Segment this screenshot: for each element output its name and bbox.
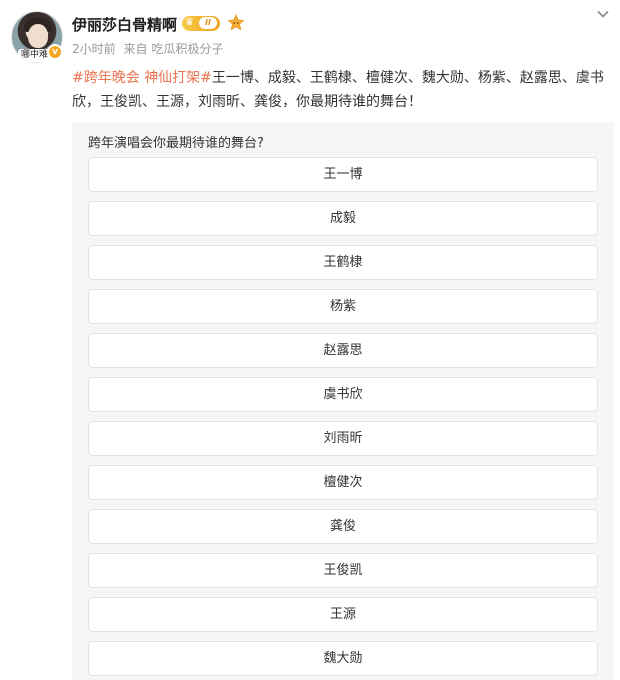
chevron-down-icon[interactable]: [596, 7, 610, 21]
avatar-face: [28, 24, 48, 48]
post-source[interactable]: 吃瓜积极分子: [151, 42, 223, 56]
fan-icon[interactable]: [227, 14, 245, 32]
poll-option[interactable]: 王源: [88, 597, 598, 632]
source-prefix: 来自: [123, 42, 148, 56]
poll-option[interactable]: 成毅: [88, 201, 598, 236]
poll-option[interactable]: 魏大勋: [88, 641, 598, 676]
poll-option[interactable]: 王鹤棣: [88, 245, 598, 280]
poll-option[interactable]: 檀健次: [88, 465, 598, 500]
poll-question: 跨年演唱会你最期待谁的舞台?: [88, 136, 264, 151]
username[interactable]: 伊丽莎白骨精啊: [72, 14, 177, 35]
level-badge[interactable]: ♛ II: [182, 16, 220, 31]
poll-option[interactable]: 赵露思: [88, 333, 598, 368]
poll-option[interactable]: 虞书欣: [88, 377, 598, 412]
crown-icon: ♛: [185, 17, 194, 28]
post-time[interactable]: 2小时前: [72, 42, 116, 56]
verified-icon: v: [47, 44, 63, 60]
poll-option[interactable]: 龚俊: [88, 509, 598, 544]
poll-option[interactable]: 王俊凯: [88, 553, 598, 588]
post-meta: 2小时前 来自 吃瓜积极分子: [72, 40, 228, 57]
poll-option[interactable]: 杨紫: [88, 289, 598, 324]
poll-option[interactable]: 王一博: [88, 157, 598, 192]
level-number: II: [199, 17, 217, 29]
hashtag-link-2[interactable]: 神仙打架#: [144, 70, 212, 86]
post-text: #跨年晚会 神仙打架#王一博、成毅、王鹤棣、檀健次、魏大勋、杨紫、赵露思、虞书欣…: [72, 66, 608, 114]
poll-card: 跨年演唱会你最期待谁的舞台? 王一博 成毅 王鹤棣 杨紫 赵露思 虞书欣 刘雨昕…: [72, 122, 614, 680]
hashtag-link[interactable]: #跨年晚会: [72, 70, 140, 86]
weibo-post: 哪中难 v 伊丽莎白骨精啊 ♛ II 2小时前 来自 吃瓜积极分子 #跨年晚会 神…: [0, 0, 620, 680]
poll-option[interactable]: 刘雨昕: [88, 421, 598, 456]
